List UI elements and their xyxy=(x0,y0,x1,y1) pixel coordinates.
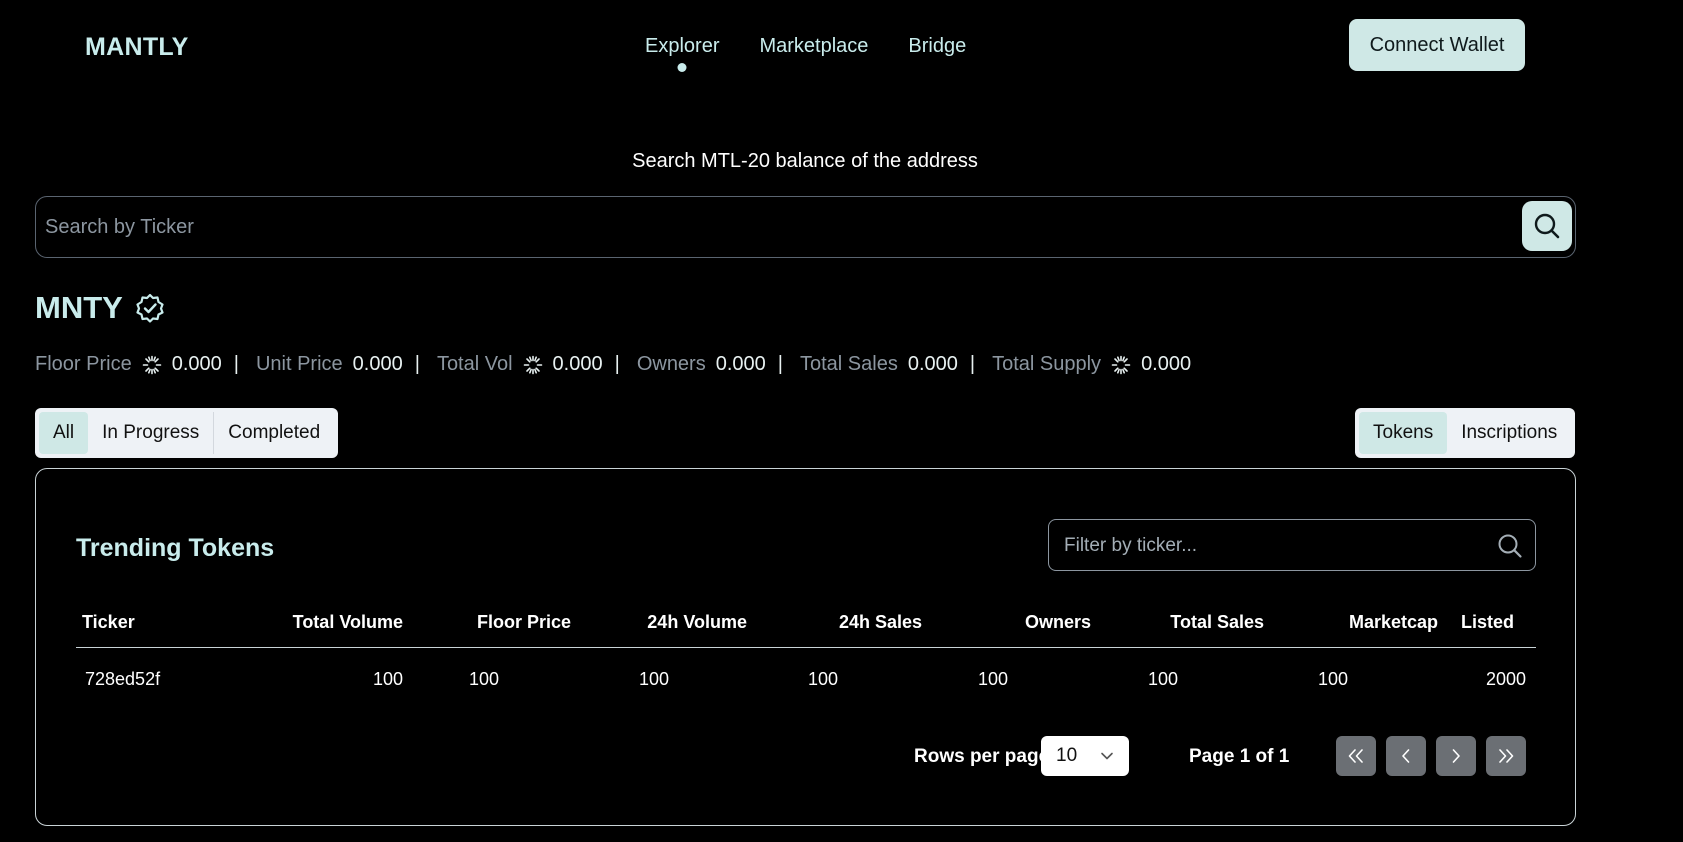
nav-explorer[interactable]: Explorer xyxy=(645,35,720,72)
rows-per-page-select[interactable]: 10 xyxy=(1041,736,1129,776)
cell-floor-price: 100 xyxy=(468,669,499,689)
column-header-owners[interactable]: Owners xyxy=(1025,612,1091,633)
stat-total-sales-label: Total Sales xyxy=(799,353,898,375)
search-title: Search MTL-20 balance of the address xyxy=(632,150,978,172)
type-tabs: Tokens Inscriptions xyxy=(1355,408,1576,458)
cell-24h-volume: 100 xyxy=(638,669,669,689)
column-header-marketcap[interactable]: Marketcap xyxy=(1349,612,1438,633)
stat-total-sales-value: 0.000 xyxy=(907,353,958,375)
stat-separator: | xyxy=(777,353,783,375)
status-tabs: All In Progress Completed xyxy=(35,408,339,458)
search-icon xyxy=(1534,213,1560,239)
spinner-icon xyxy=(1111,355,1131,374)
first-page-button[interactable] xyxy=(1336,736,1376,776)
nav-marketplace[interactable]: Marketplace xyxy=(759,35,868,58)
trending-tokens-card: Trending Tokens Ticker Total Volume Floo… xyxy=(35,468,1576,826)
stat-owners-label: Owners xyxy=(636,353,706,375)
stat-floor-price-value: 0.000 xyxy=(171,353,222,375)
cell-ticker[interactable]: 728ed52f xyxy=(85,669,160,690)
ticker-filter-box xyxy=(1048,519,1536,571)
chevron-left-icon xyxy=(1402,749,1410,763)
verified-badge-icon xyxy=(136,293,164,323)
ticker-search-box xyxy=(35,196,1576,258)
app-logo[interactable]: MANTLY xyxy=(85,33,189,62)
stat-unit-price-label: Unit Price xyxy=(255,353,343,375)
nav-bridge[interactable]: Bridge xyxy=(908,35,966,58)
double-chevron-right-icon xyxy=(1499,749,1514,763)
column-header-floor-price[interactable]: Floor Price xyxy=(477,612,571,633)
spinner-icon xyxy=(523,355,542,374)
tab-inscriptions[interactable]: Inscriptions xyxy=(1447,412,1571,454)
ticker-search-input[interactable] xyxy=(45,211,1445,243)
cell-listed: 2000 xyxy=(1485,669,1526,689)
last-page-button[interactable] xyxy=(1486,736,1526,776)
tab-all[interactable]: All xyxy=(39,412,89,454)
rows-per-page-label: Rows per page xyxy=(914,746,1050,767)
stat-total-vol-value: 0.000 xyxy=(552,353,603,375)
column-header-24h-volume[interactable]: 24h Volume xyxy=(647,612,747,633)
chevron-right-icon xyxy=(1452,749,1460,763)
connect-wallet-button[interactable]: Connect Wallet xyxy=(1349,19,1525,71)
chevron-down-icon xyxy=(1101,752,1113,760)
token-heading: MNTY xyxy=(35,290,165,326)
main-nav: Explorer Marketplace Bridge xyxy=(645,35,966,72)
rows-per-page-value: 10 xyxy=(1056,745,1078,766)
token-stats-bar: Floor Price 0.000 | Unit Price 0.000 | T… xyxy=(35,353,1191,376)
stat-unit-price-value: 0.000 xyxy=(352,353,403,375)
search-button[interactable] xyxy=(1522,201,1572,251)
stat-floor-price-label: Floor Price xyxy=(35,353,132,375)
double-chevron-left-icon xyxy=(1348,749,1363,763)
nav-explorer-label: Explorer xyxy=(645,35,720,57)
card-title: Trending Tokens xyxy=(76,534,275,562)
table-row[interactable]: 728ed52f 100 100 100 100 100 100 100 200… xyxy=(76,669,1536,699)
ticker-filter-input[interactable] xyxy=(1064,532,1484,560)
column-header-total-sales[interactable]: Total Sales xyxy=(1170,612,1264,633)
active-indicator-dot xyxy=(677,63,687,72)
pagination: Rows per page 10 Page 1 of 1 xyxy=(36,736,1575,776)
tab-completed[interactable]: Completed xyxy=(214,412,334,454)
column-header-total-volume[interactable]: Total Volume xyxy=(293,612,403,633)
stat-separator: | xyxy=(614,353,620,375)
column-header-24h-sales[interactable]: 24h Sales xyxy=(839,612,922,633)
stat-separator: | xyxy=(233,353,239,375)
stat-total-supply-value: 0.000 xyxy=(1141,353,1192,375)
stat-separator: | xyxy=(969,353,976,375)
cell-total-sales: 100 xyxy=(1147,669,1178,689)
nav-bridge-label: Bridge xyxy=(908,35,967,57)
cell-owners: 100 xyxy=(977,669,1008,689)
stat-total-supply-label: Total Supply xyxy=(992,353,1102,375)
table-header: Ticker Total Volume Floor Price 24h Volu… xyxy=(76,612,1536,648)
spinner-icon xyxy=(142,355,162,374)
page-info: Page 1 of 1 xyxy=(1189,746,1290,767)
stat-total-vol-label: Total Vol xyxy=(436,353,513,375)
stat-separator: | xyxy=(414,353,420,375)
previous-page-button[interactable] xyxy=(1386,736,1426,776)
cell-total-volume: 100 xyxy=(372,669,403,689)
cell-24h-sales: 100 xyxy=(807,669,838,689)
cell-marketcap: 100 xyxy=(1317,669,1348,689)
tab-in-progress[interactable]: In Progress xyxy=(88,412,213,454)
column-header-listed[interactable]: Listed xyxy=(1461,612,1514,633)
column-header-ticker[interactable]: Ticker xyxy=(82,612,135,633)
search-icon xyxy=(1498,534,1522,558)
next-page-button[interactable] xyxy=(1436,736,1476,776)
stat-owners-value: 0.000 xyxy=(715,353,766,375)
tab-tokens[interactable]: Tokens xyxy=(1359,412,1448,454)
token-name: MNTY xyxy=(35,290,123,325)
nav-marketplace-label: Marketplace xyxy=(759,35,869,57)
